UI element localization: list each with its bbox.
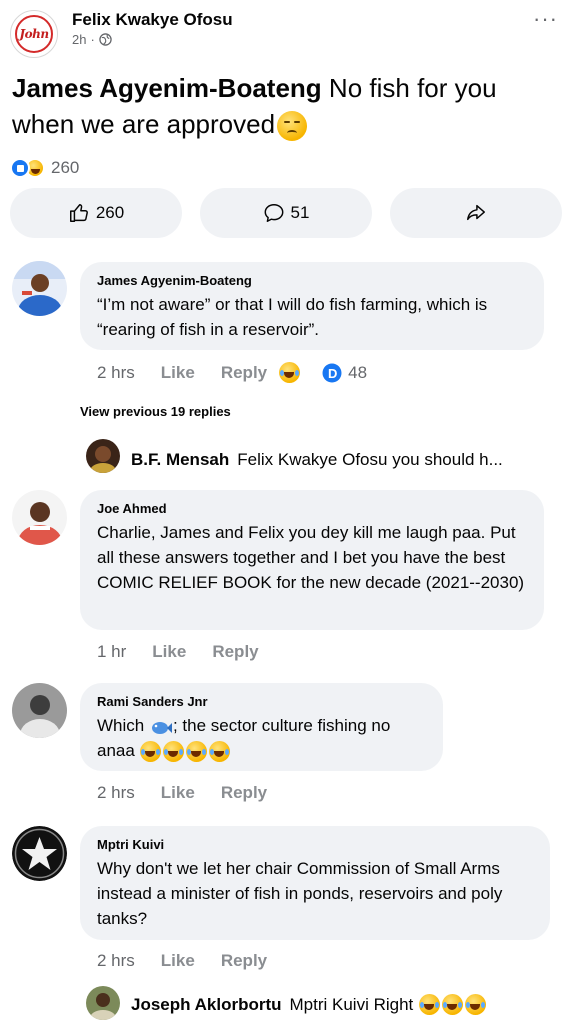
fish-icon [151,721,172,734]
globe-icon [99,33,112,46]
comment-text-part: Which [97,716,145,735]
comment-text: “I’m not aware” or that I will do fish f… [97,295,488,339]
avatar-image [12,261,67,316]
like-count: 260 [95,203,125,222]
meta-separator: · [90,32,95,47]
reply-preview[interactable]: Joseph Aklorbortu Mptri Kuivi Right [131,994,488,1015]
comment-author[interactable]: Mptri Kuivi [97,836,534,854]
unamused-face-icon [277,111,308,142]
comment-reply-button[interactable]: Reply [221,783,267,803]
share-arrow-icon [467,204,485,221]
comment-time[interactable]: 2 hrs [97,783,135,803]
comment-bubble-icon [264,204,283,222]
comment-bubble: Mptri Kuivi Why don't we let her chair C… [80,826,550,940]
comment-like-button[interactable]: Like [161,951,195,971]
comment-author[interactable]: Rami Sanders Jnr [97,693,427,711]
crying-laughing-icon [162,741,184,763]
logo-text: John [19,27,49,41]
crying-laughing-icon [139,741,161,763]
comment-bubble: Joe Ahmed Charlie, James and Felix you d… [80,490,544,630]
avatar[interactable] [12,261,67,316]
reactions-summary[interactable]: 260 [10,158,79,178]
star-avatar-icon [12,826,67,881]
reaction-count: 260 [51,158,80,177]
blue-reaction-icon: D [322,363,342,382]
reply-preview[interactable]: B.F. Mensah Felix Kwakye Ofosu you shoul… [131,450,503,470]
comment-text: Charlie, James and Felix you dey kill me… [97,523,525,592]
comment-meta: 2 hrs Like Reply D 48 [97,362,367,383]
comment-text: Which ; the sector culture fishing no an… [97,713,427,763]
avatar-image [12,683,67,738]
rolling-laughing-icon [419,994,441,1015]
post-actions: 260 51 [10,188,562,238]
post-meta: 2h · [72,32,112,47]
like-button[interactable]: 260 [10,188,182,238]
rolling-laughing-icon [442,994,464,1015]
page-logo: John [15,15,53,53]
thumbs-up-icon [69,204,88,222]
comment-reply-button[interactable]: Reply [221,951,267,971]
laugh-emojis [139,741,232,763]
more-options-icon[interactable]: ··· [533,8,558,30]
post-time[interactable]: 2h [72,32,86,47]
view-previous-replies[interactable]: View previous 19 replies [80,404,231,419]
comment-reactions[interactable]: D 48 [279,362,367,383]
comment-count: 51 [290,203,310,222]
comment-time[interactable]: 2 hrs [97,363,135,383]
avatar[interactable] [12,826,67,881]
reply-text: Mptri Kuivi Right [289,994,414,1014]
crying-laughing-icon [185,741,207,763]
laughing-face-icon [279,362,301,383]
comment-text: Why don't we let her chair Commission of… [97,859,503,928]
post-author[interactable]: Felix Kwakye Ofosu [72,10,233,30]
reply-author[interactable]: B.F. Mensah [131,450,229,470]
avatar[interactable] [86,439,120,473]
avatar-image [12,490,67,545]
comment-meta: 2 hrs Like Reply [97,783,293,803]
avatar[interactable] [12,490,67,545]
like-reaction-icon [10,158,30,178]
comment-bubble: James Agyenim-Boateng “I’m not aware” or… [80,262,544,350]
crying-laughing-icon [208,741,230,763]
comment-button[interactable]: 51 [200,188,372,238]
avatar[interactable] [12,683,67,738]
comment-bubble: Rami Sanders Jnr Which ; the sector cult… [80,683,443,771]
comment-meta: 2 hrs Like Reply [97,951,293,971]
comment-like-button[interactable]: Like [152,642,186,662]
comment-author[interactable]: Joe Ahmed [97,500,528,518]
share-button[interactable] [390,188,562,238]
comment-time[interactable]: 2 hrs [97,951,135,971]
post-mention[interactable]: James Agyenim-Boateng [12,73,322,103]
comment-like-button[interactable]: Like [161,363,195,383]
comment-meta: 1 hr Like Reply [97,642,285,662]
comment-author[interactable]: James Agyenim-Boateng [97,272,528,290]
post-text: James Agyenim-Boateng No fish for you wh… [12,70,552,142]
comment-reply-button[interactable]: Reply [221,363,267,383]
comment-like-button[interactable]: Like [161,783,195,803]
reply-author[interactable]: Joseph Aklorbortu [131,995,282,1015]
reply-text: Felix Kwakye Ofosu you should h... [237,450,503,469]
page-avatar[interactable]: John [10,10,58,58]
comment-reply-button[interactable]: Reply [212,642,258,662]
post-header: John Felix Kwakye Ofosu 2h · ··· [10,8,560,58]
avatar[interactable] [86,986,120,1020]
comment-reaction-count: 48 [348,362,368,382]
svg-text:D: D [328,366,337,381]
rolling-laughing-icon [465,994,487,1015]
avatar-image [86,986,120,1020]
comment-time[interactable]: 1 hr [97,642,126,662]
avatar-image [86,439,120,473]
